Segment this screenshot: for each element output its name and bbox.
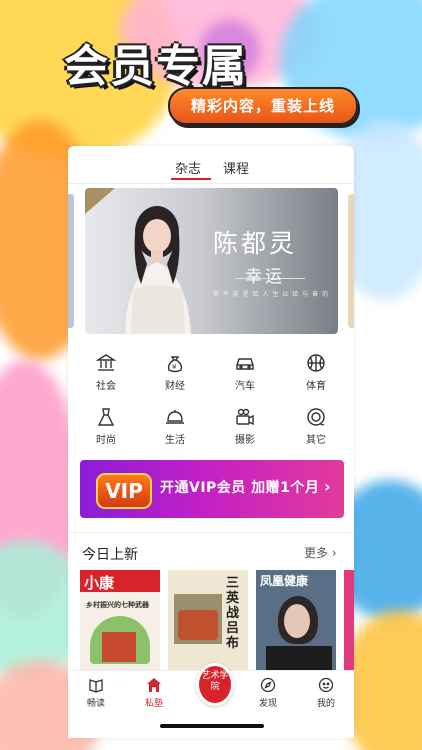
banner-caption: 幸 平 能 是 给 人 生 以 给 与 奋 的 bbox=[213, 291, 329, 298]
magazine-cover-3[interactable]: 凤凰健康 bbox=[256, 570, 336, 670]
vip-promo-banner[interactable]: VIP 开通VIP会员 加赠1个月 › bbox=[80, 460, 344, 518]
category-label: 其它 bbox=[306, 435, 326, 446]
magazine-title: 三英战吕布 bbox=[226, 576, 240, 651]
category-label: 财经 bbox=[165, 381, 185, 392]
magazine-title: 凤凰健康 bbox=[260, 574, 309, 588]
bank-icon bbox=[95, 354, 117, 371]
banner-title: 陈都灵 bbox=[213, 229, 298, 258]
house-icon bbox=[147, 678, 161, 692]
active-tab-indicator bbox=[171, 178, 211, 180]
content-card: 杂志 课程 陈都灵 幸运 幸 平 能 是 给 人 生 以 给 与 奋 的 社会 bbox=[68, 146, 354, 738]
banner-subtitle: 幸运 bbox=[245, 267, 285, 287]
category-label: 生活 bbox=[165, 435, 185, 446]
vip-badge: VIP bbox=[96, 473, 152, 509]
nav-read[interactable]: 畅读 bbox=[76, 677, 116, 709]
book-icon bbox=[89, 679, 103, 693]
user-icon bbox=[318, 677, 334, 693]
category-sports[interactable]: 体育 bbox=[286, 352, 346, 396]
nav-discover[interactable]: 发现 bbox=[248, 677, 288, 709]
tab-course[interactable]: 课程 bbox=[223, 158, 249, 177]
magazine-cover-peek[interactable] bbox=[344, 570, 354, 670]
vip-promo-text: 开通VIP会员 加赠1个月 bbox=[160, 480, 320, 496]
bottom-tab-bar: 畅读 私塾 艺术学院 发现 我的 bbox=[68, 663, 354, 727]
category-label: 体育 bbox=[306, 381, 326, 392]
section-divider bbox=[68, 532, 354, 533]
magazine-cover-1[interactable]: 小康 乡村振兴的七种武器 bbox=[80, 570, 160, 670]
nav-label: 畅读 bbox=[86, 699, 105, 709]
hero-subline-pill: 精彩内容，重装上线 bbox=[168, 87, 358, 125]
category-photography[interactable]: 摄影 bbox=[215, 406, 275, 450]
banner-portrait bbox=[125, 206, 191, 334]
svg-text:¥: ¥ bbox=[172, 363, 177, 371]
magazine-title: 小康 bbox=[84, 574, 115, 592]
nav-art-academy-button[interactable]: 艺术学院 bbox=[196, 663, 234, 706]
nav-private-school[interactable]: 私塾 bbox=[134, 677, 174, 709]
banner-prev-peek[interactable] bbox=[68, 194, 74, 328]
magazine-subtitle: 乡村振兴的七种武器 bbox=[86, 601, 149, 609]
category-other[interactable]: 其它 bbox=[286, 406, 346, 450]
tab-divider bbox=[68, 183, 354, 184]
camera-icon bbox=[236, 408, 254, 426]
category-finance[interactable]: ¥ 财经 bbox=[145, 352, 205, 396]
featured-banner[interactable]: 陈都灵 幸运 幸 平 能 是 给 人 生 以 给 与 奋 的 bbox=[85, 188, 338, 334]
new-arrivals-title: 今日上新 bbox=[82, 547, 138, 563]
money-bag-icon: ¥ bbox=[167, 356, 183, 373]
hero-headline: 会员专属 bbox=[64, 41, 248, 92]
category-label: 摄影 bbox=[235, 435, 255, 446]
category-label: 汽车 bbox=[235, 381, 255, 392]
banner-next-peek[interactable] bbox=[348, 194, 354, 328]
tab-magazine[interactable]: 杂志 bbox=[175, 158, 201, 177]
category-society[interactable]: 社会 bbox=[76, 352, 136, 396]
nav-mine[interactable]: 我的 bbox=[306, 677, 346, 709]
new-arrivals-more-link[interactable]: 更多 › bbox=[304, 544, 337, 561]
category-life[interactable]: 生活 bbox=[145, 406, 205, 450]
compass-icon bbox=[260, 677, 276, 693]
category-auto[interactable]: 汽车 bbox=[215, 352, 275, 396]
basketball-icon bbox=[307, 354, 325, 372]
category-grid: 社会 ¥ 财经 汽车 体育 时尚 生活 摄影 其它 bbox=[68, 352, 354, 456]
category-fashion[interactable]: 时尚 bbox=[76, 406, 136, 450]
dome-icon bbox=[166, 410, 184, 424]
tab-bar: 杂志 课程 bbox=[68, 156, 354, 184]
nav-label: 我的 bbox=[316, 699, 335, 709]
magazine-cover-2[interactable]: 三英战吕布 bbox=[168, 570, 248, 670]
category-label: 社会 bbox=[96, 381, 116, 392]
category-label: 时尚 bbox=[96, 435, 116, 446]
nav-label: 发现 bbox=[258, 699, 277, 709]
car-icon bbox=[236, 358, 254, 370]
home-indicator[interactable] bbox=[160, 724, 264, 728]
chevron-right-icon: › bbox=[324, 477, 331, 496]
nav-label: 私塾 bbox=[144, 699, 163, 709]
dress-icon bbox=[97, 408, 115, 426]
target-icon bbox=[307, 408, 325, 426]
